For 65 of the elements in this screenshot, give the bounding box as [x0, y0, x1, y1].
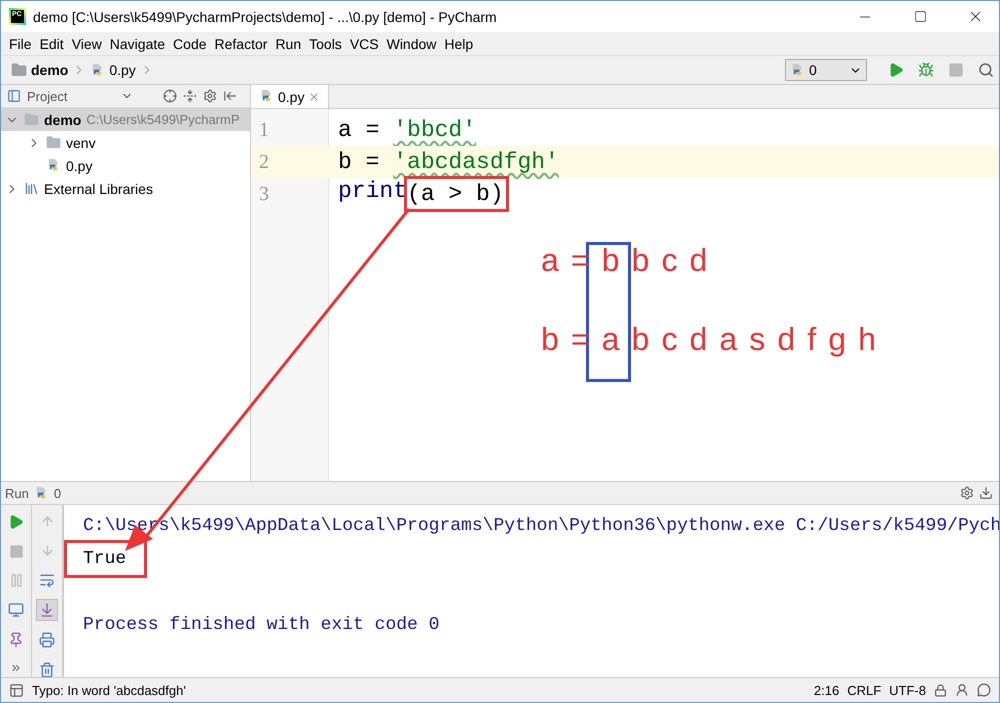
menu-item[interactable]: Edit — [36, 36, 68, 52]
menu-item[interactable]: Help — [440, 36, 478, 52]
status-message: Typo: In word 'abcdasdfgh' — [32, 682, 186, 698]
console-output: True — [83, 548, 126, 568]
run-config-dropdown[interactable]: 0 — [785, 59, 867, 81]
code-text: b = — [338, 148, 380, 177]
scroll-to-end-icon[interactable] — [36, 599, 58, 621]
menu-item[interactable]: File — [5, 36, 36, 52]
console-output: Process finished with exit code 0 — [83, 614, 440, 634]
menu-item[interactable]: Run — [271, 36, 306, 52]
run-icon[interactable] — [888, 62, 904, 78]
menu-item[interactable]: Refactor — [210, 36, 272, 52]
tree-item[interactable]: demo C:\Users\k5499\PycharmP — [1, 108, 250, 131]
settings-icon[interactable] — [203, 89, 217, 103]
code-text: 'bbcd' — [393, 116, 476, 145]
breadcrumb-label[interactable]: 0.py — [109, 62, 136, 78]
menu-item[interactable]: VCS — [346, 36, 383, 52]
breadcrumb-label[interactable]: demo — [31, 62, 68, 78]
menu-item[interactable]: Navigate — [106, 36, 170, 52]
tree-label: 0.py — [66, 158, 92, 174]
menu-item[interactable]: Tools — [305, 36, 346, 52]
window-title: demo [C:\Users\k5499\PycharmProjects\demo] - ...\0.py [demo] - PyCharm — [33, 8, 498, 24]
tree-item[interactable]: 0.py — [1, 154, 250, 177]
hide-panel-icon[interactable] — [979, 486, 993, 500]
editor-tab[interactable]: 0.py — [251, 85, 330, 108]
run-config-label[interactable]: 0 — [809, 62, 845, 78]
code-text: print — [338, 177, 408, 206]
project-path: C:\Users\k5499\PycharmP — [86, 112, 240, 127]
maximize-icon[interactable] — [914, 10, 926, 23]
search-icon[interactable] — [978, 62, 994, 78]
tree-label: demo — [44, 112, 82, 128]
lock-icon[interactable] — [934, 684, 947, 696]
panel-icon — [7, 89, 21, 103]
hide-panel-icon[interactable] — [223, 89, 237, 103]
panel-title[interactable]: Run — [5, 486, 29, 500]
encoding[interactable]: UTF-8 — [889, 682, 926, 698]
menu-item[interactable]: Code — [169, 36, 211, 52]
code-text: a = — [338, 116, 380, 145]
code-text: (a > b) — [407, 180, 504, 209]
settings-icon[interactable] — [960, 486, 974, 500]
library-icon — [24, 181, 39, 196]
event-log-icon[interactable] — [977, 683, 991, 697]
menu-item[interactable]: Window — [382, 36, 440, 52]
locate-icon[interactable] — [163, 89, 177, 103]
folder-icon — [46, 135, 61, 150]
breadcrumb-item[interactable]: 0.py — [90, 62, 136, 78]
run-config-label[interactable]: 0 — [54, 486, 62, 500]
line-number: 1 — [258, 118, 270, 142]
folder-icon — [24, 112, 39, 127]
line-number: 2 — [258, 150, 270, 174]
code-text: 'abcdasdfgh' — [393, 148, 559, 177]
tree-item[interactable]: External Libraries — [1, 177, 250, 200]
bug-icon[interactable] — [918, 62, 934, 78]
breadcrumb-item[interactable]: demo — [11, 62, 68, 78]
menu-item[interactable]: View — [68, 36, 106, 52]
tree-label: External Libraries — [44, 180, 153, 196]
tree-item[interactable]: venv — [1, 131, 250, 154]
line-separator[interactable]: CRLF — [847, 682, 882, 698]
cursor-position[interactable]: 2:16 — [814, 682, 840, 698]
collapse-all-icon[interactable] — [183, 89, 197, 103]
folder-icon — [11, 62, 27, 78]
line-number: 3 — [258, 182, 270, 206]
inspector-icon[interactable] — [955, 683, 969, 697]
panel-toggle-icon[interactable] — [9, 682, 24, 698]
tree-label: venv — [66, 134, 96, 150]
